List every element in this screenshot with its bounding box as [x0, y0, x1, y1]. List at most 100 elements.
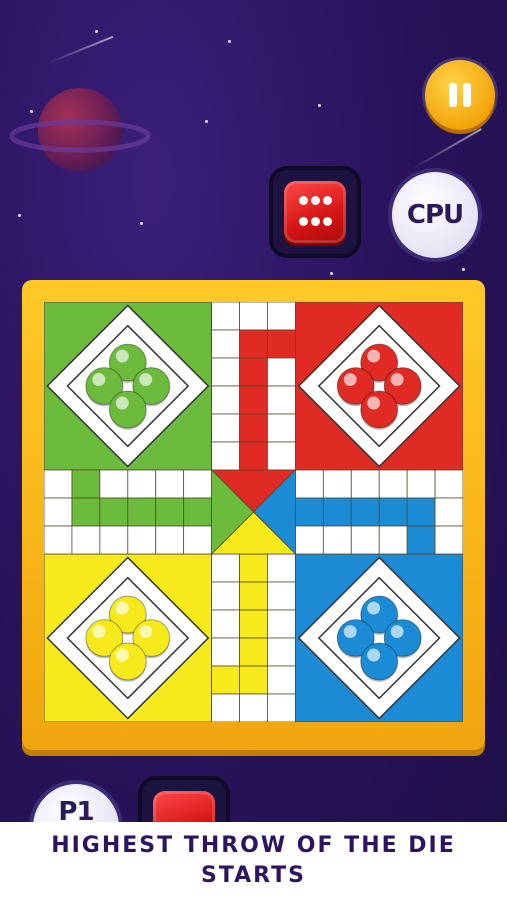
- track-cell: [127, 469, 157, 499]
- track-cell: [267, 413, 296, 443]
- track-cell: [267, 553, 296, 583]
- track-cell: [322, 525, 352, 555]
- dice-pip: [323, 217, 332, 226]
- green-token-shine: [139, 373, 153, 386]
- track-cell: [267, 637, 296, 667]
- blue-token: [360, 642, 399, 681]
- cpu-dice-frame[interactable]: [269, 166, 361, 258]
- red-token-shine: [343, 373, 357, 386]
- track-cell: [99, 469, 129, 499]
- green-home-lane: [155, 497, 185, 527]
- track-cell: [239, 302, 268, 331]
- planet-decoration: [9, 88, 151, 172]
- red-home-lane: [239, 385, 268, 415]
- yellow-home-lane: [239, 609, 268, 639]
- dice-pip: [311, 217, 320, 226]
- green-token-shine: [115, 349, 129, 363]
- dice-pip: [323, 196, 332, 205]
- track-cell: [267, 581, 296, 611]
- dice-icon: [284, 181, 346, 243]
- track-cell: [211, 609, 240, 639]
- yellow-token-shine: [115, 648, 129, 662]
- track-cell: [406, 469, 436, 499]
- yellow-token-shine: [139, 625, 153, 638]
- blue-home-lane: [294, 497, 324, 527]
- shooting-star: [411, 128, 482, 170]
- cpu-badge: CPU: [392, 172, 478, 258]
- track-cell: [434, 525, 463, 555]
- blue-token-shine: [390, 625, 404, 638]
- track-cell: [267, 609, 296, 639]
- blue-home-lane: [378, 497, 408, 527]
- track-cell: [211, 441, 240, 471]
- red-start-cell: [267, 329, 296, 359]
- yellow-token: [108, 642, 147, 681]
- cpu-label: CPU: [406, 200, 464, 230]
- blue-home-lane: [322, 497, 352, 527]
- track-cell: [239, 693, 268, 722]
- star: [205, 120, 208, 123]
- track-cell: [267, 357, 296, 387]
- track-cell: [211, 413, 240, 443]
- track-cell: [211, 693, 240, 722]
- dice-pip: [299, 196, 308, 205]
- red-token-shine: [367, 349, 381, 363]
- track-cell: [99, 525, 129, 555]
- track-cell: [378, 525, 408, 555]
- star: [140, 222, 143, 225]
- yellow-home-lane: [239, 553, 268, 583]
- green-token-shine: [115, 396, 129, 410]
- yellow-home-lane: [239, 665, 268, 695]
- track-cell: [294, 469, 324, 499]
- track-cell: [350, 525, 380, 555]
- pause-button[interactable]: [425, 60, 495, 130]
- yellow-start-cell: [211, 665, 240, 695]
- blue-token-shine: [367, 648, 381, 662]
- red-home-lane: [239, 329, 268, 359]
- yellow-home-lane: [239, 637, 268, 667]
- track-cell: [71, 525, 101, 555]
- dice-pip: [299, 217, 308, 226]
- red-home-lane: [239, 413, 268, 443]
- track-cell: [378, 469, 408, 499]
- yellow-token-shine: [115, 601, 129, 615]
- track-cell: [127, 525, 157, 555]
- green-start-cell: [71, 469, 101, 499]
- track-cell: [44, 469, 73, 499]
- track-cell: [267, 693, 296, 722]
- star: [95, 30, 98, 33]
- track-cell: [267, 665, 296, 695]
- caption-bar: HIGHEST THROW OF THE DIE STARTS: [0, 822, 507, 900]
- track-cell: [267, 441, 296, 471]
- pause-icon: [449, 83, 457, 107]
- red-token-shine: [367, 396, 381, 410]
- green-token: [108, 390, 147, 429]
- dice-pip: [311, 196, 320, 205]
- blue-home-lane: [350, 497, 380, 527]
- caption-text: HIGHEST THROW OF THE DIE STARTS: [51, 833, 456, 888]
- track-cell: [211, 357, 240, 387]
- track-cell: [211, 302, 240, 331]
- track-cell: [183, 469, 213, 499]
- star: [228, 40, 231, 43]
- track-cell: [294, 525, 324, 555]
- red-token: [360, 390, 399, 429]
- track-cell: [183, 525, 213, 555]
- shooting-star: [47, 35, 114, 64]
- star: [18, 214, 21, 217]
- track-cell: [434, 497, 463, 527]
- track-cell: [267, 385, 296, 415]
- track-cell: [211, 637, 240, 667]
- blue-start-cell: [406, 525, 436, 555]
- board-svg: [44, 302, 463, 722]
- red-token-shine: [390, 373, 404, 386]
- blue-token-shine: [343, 625, 357, 638]
- track-cell: [155, 469, 185, 499]
- green-home-lane: [183, 497, 213, 527]
- star: [330, 272, 333, 275]
- track-cell: [44, 525, 73, 555]
- green-home-lane: [99, 497, 129, 527]
- ludo-board: [44, 302, 463, 722]
- green-token-shine: [92, 373, 106, 386]
- green-home-lane: [71, 497, 101, 527]
